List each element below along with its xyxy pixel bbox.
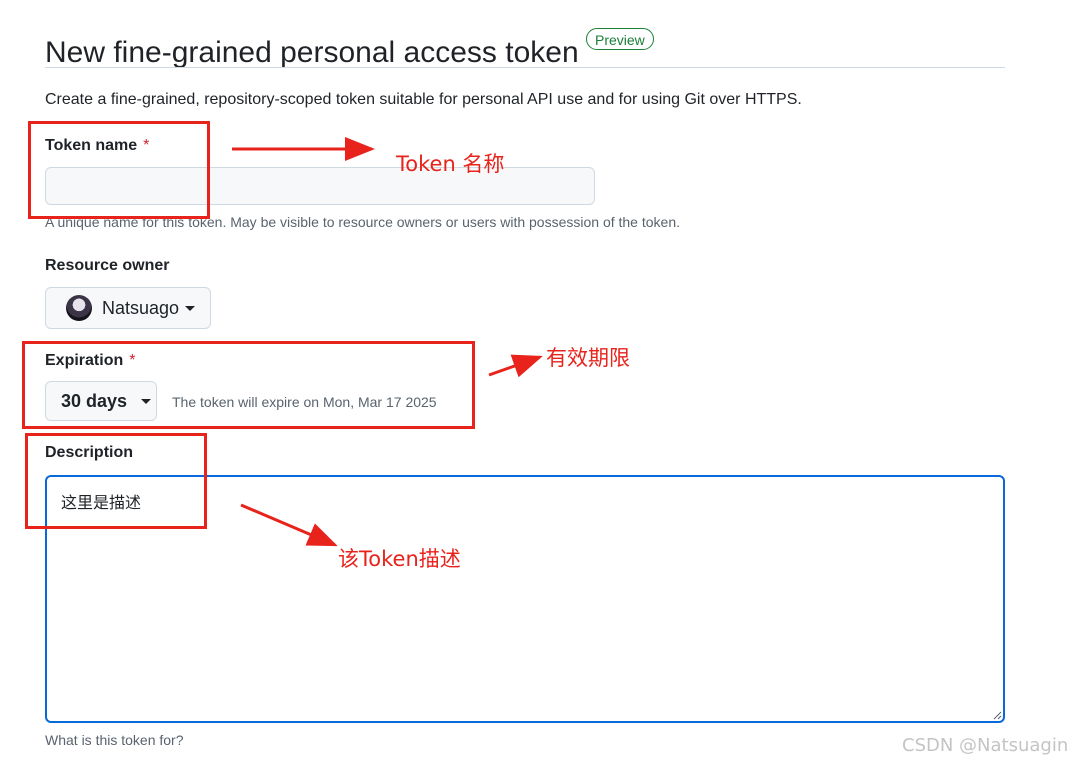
- avatar: [66, 295, 92, 321]
- watermark: CSDN @Natsuagin: [902, 735, 1069, 756]
- preview-badge: Preview: [586, 28, 654, 50]
- resource-owner-label: Resource owner: [45, 257, 170, 274]
- annotation-box-expiration: [22, 341, 475, 429]
- annotation-box-token-name: [28, 121, 210, 219]
- annotation-box-description: [25, 433, 207, 529]
- chevron-down-icon: [185, 305, 196, 311]
- page-title: New fine-grained personal access token: [45, 36, 579, 70]
- annotation-label-token-name: Token 名称: [396, 152, 505, 176]
- description-help: What is this token for?: [45, 732, 184, 748]
- title-divider: [45, 67, 1005, 68]
- annotation-label-description: 该Token描述: [338, 547, 461, 571]
- intro-text: Create a fine-grained, repository-scoped…: [45, 91, 802, 108]
- resize-handle-icon[interactable]: [992, 710, 1002, 720]
- annotation-label-expiration: 有效期限: [546, 346, 630, 370]
- annotation-arrow-expiration: [488, 354, 543, 378]
- resource-owner-dropdown[interactable]: Natsuago: [45, 287, 211, 329]
- resource-owner-value: Natsuago: [102, 297, 180, 318]
